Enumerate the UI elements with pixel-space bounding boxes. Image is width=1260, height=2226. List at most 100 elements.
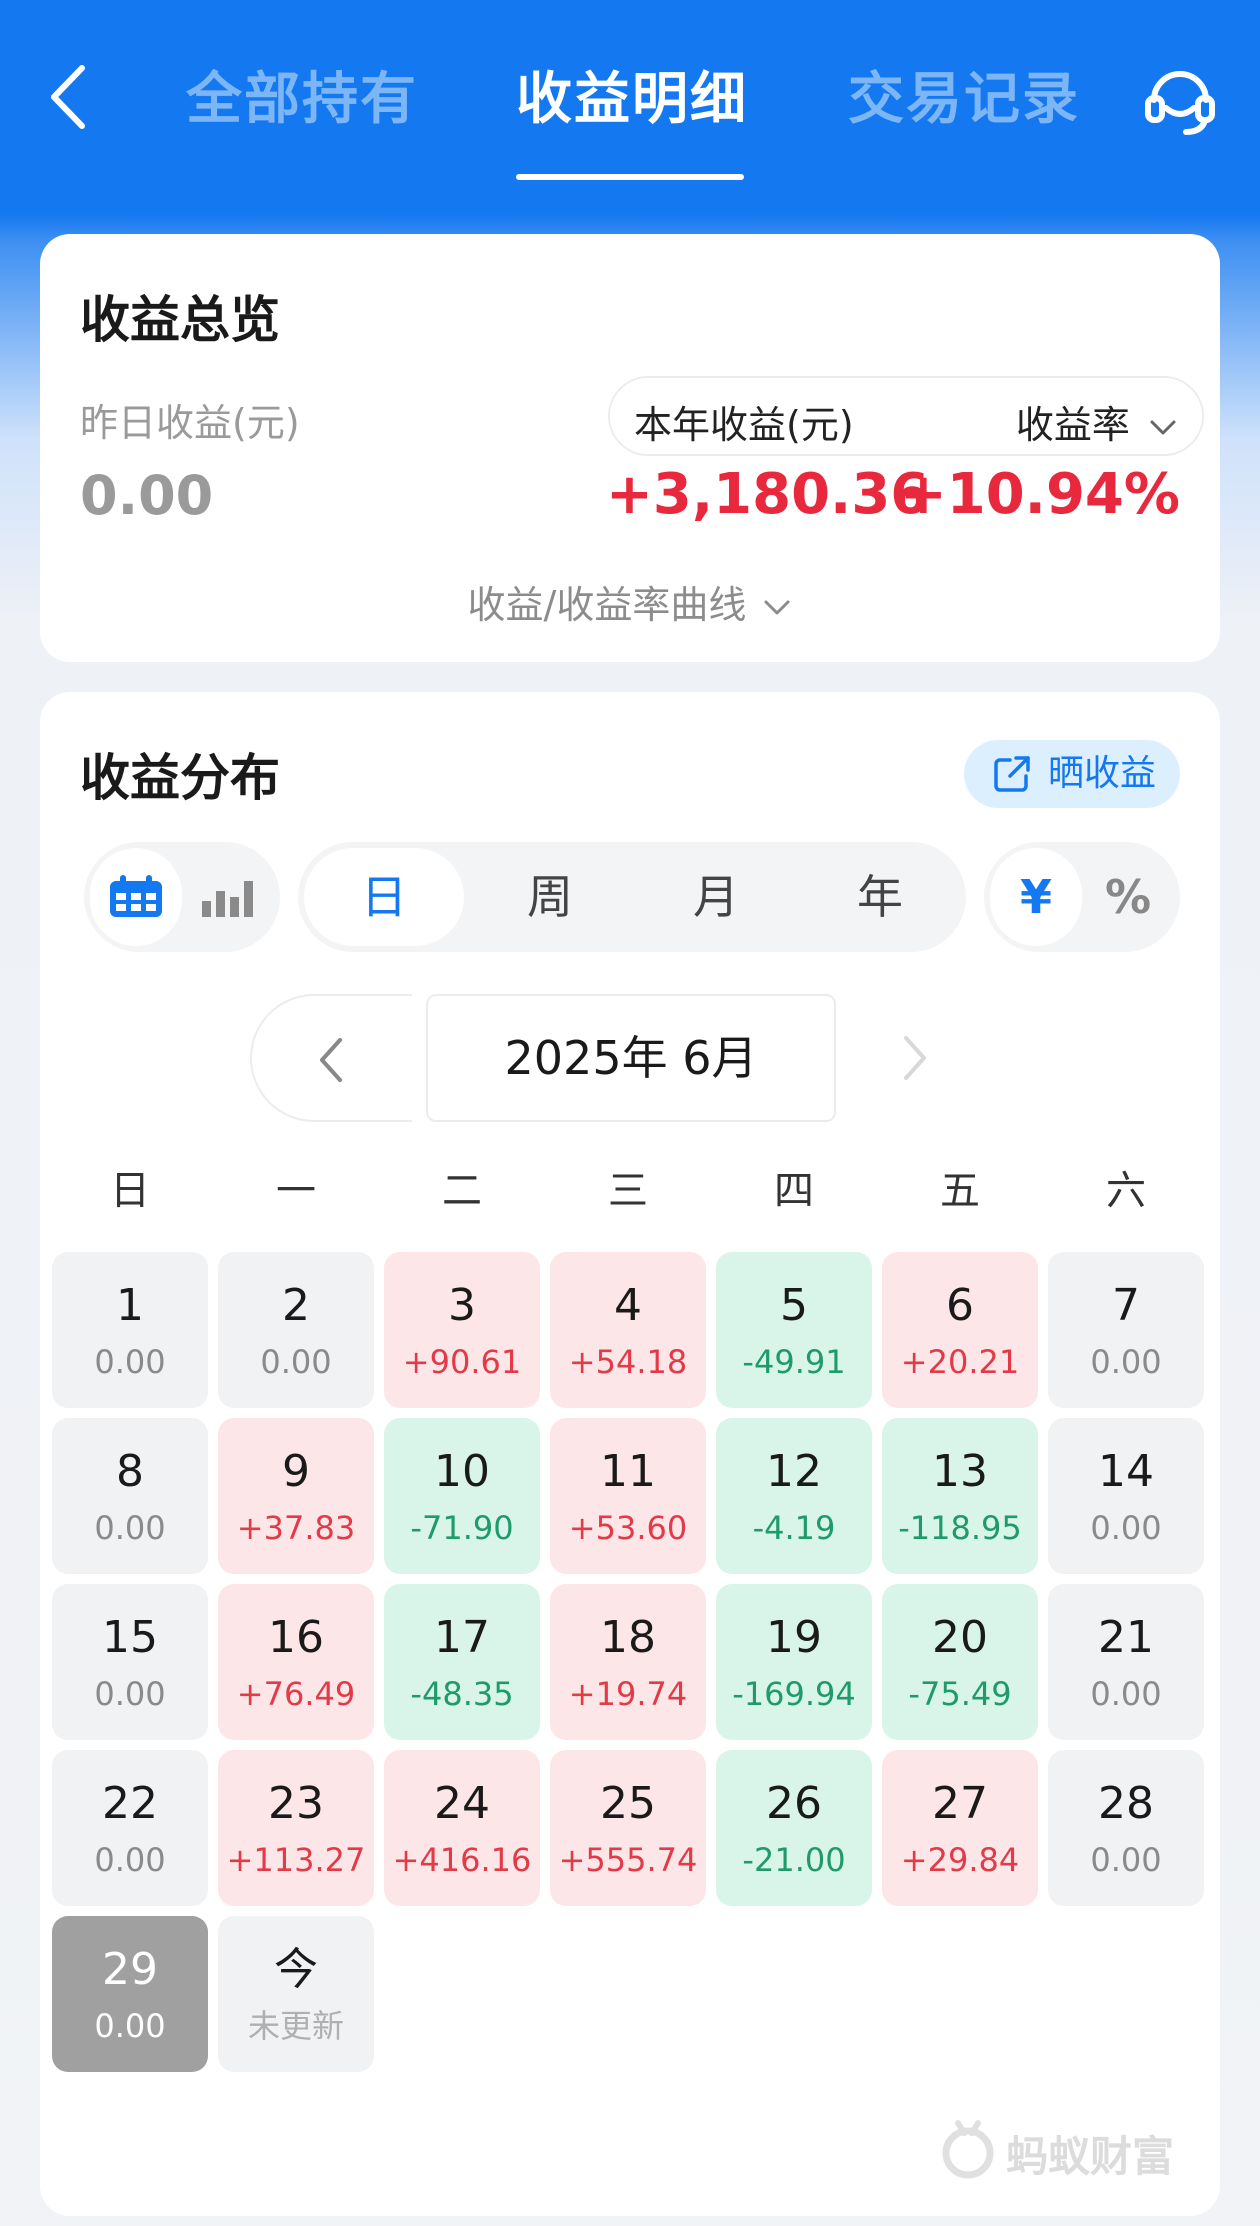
calendar-day-cell[interactable]: 18 +19.74 xyxy=(550,1584,706,1740)
day-earnings-value: +113.27 xyxy=(226,1841,366,1879)
day-earnings-value: 0.00 xyxy=(94,2007,166,2045)
calendar-day-cell[interactable]: 16 +76.49 xyxy=(218,1584,374,1740)
calendar-day-cell[interactable]: 15 0.00 xyxy=(52,1584,208,1740)
calendar-day-cell[interactable]: 25 +555.74 xyxy=(550,1750,706,1906)
calendar-day-cell[interactable]: 7 0.00 xyxy=(1048,1252,1204,1408)
calendar-day-cell[interactable]: 5 -49.91 xyxy=(716,1252,872,1408)
chevron-down-icon xyxy=(764,600,790,615)
period-option-week[interactable]: 周 xyxy=(470,848,630,946)
ant-logo-icon xyxy=(942,2120,994,2179)
calendar-day-cell[interactable]: 12 -4.19 xyxy=(716,1418,872,1574)
day-earnings-value: +37.83 xyxy=(236,1509,356,1547)
day-number: 2 xyxy=(282,1280,310,1331)
chevron-right-icon xyxy=(904,1036,926,1080)
day-number: 3 xyxy=(448,1280,476,1331)
unit-option-percent[interactable]: % xyxy=(1082,848,1174,946)
calendar-day-cell[interactable]: 21 0.00 xyxy=(1048,1584,1204,1740)
day-number: 20 xyxy=(932,1612,988,1663)
calendar-day-cell[interactable]: 13 -118.95 xyxy=(882,1418,1038,1574)
day-earnings-value: 0.00 xyxy=(1090,1841,1162,1879)
calendar-day-cell[interactable]: 14 0.00 xyxy=(1048,1418,1204,1574)
yesterday-earnings-value: 0.00 xyxy=(80,464,214,527)
calendar-day-cell[interactable]: 10 -71.90 xyxy=(384,1418,540,1574)
back-arrow-icon xyxy=(51,65,85,129)
calendar-day-cell[interactable]: 4 +54.18 xyxy=(550,1252,706,1408)
tab-earnings-detail[interactable]: 收益明细 xyxy=(516,60,748,140)
calendar-view-option[interactable] xyxy=(90,848,182,946)
day-number: 4 xyxy=(614,1280,642,1331)
brand-name: 蚂蚁财富 xyxy=(1006,2132,1175,2181)
back-button[interactable] xyxy=(44,62,94,132)
rate-dropdown[interactable]: 收益率 xyxy=(1016,394,1178,449)
period-option-year[interactable]: 年 xyxy=(800,848,960,946)
day-number: 18 xyxy=(600,1612,656,1663)
day-number: 27 xyxy=(932,1778,988,1829)
weekday-label: 四 xyxy=(774,1168,814,1214)
earnings-distribution-card: 收益分布 晒收益 日 周 月 年 ¥ % 2025年 6月 日 一 二 三 四 … xyxy=(40,692,1220,2216)
day-number: 15 xyxy=(102,1612,158,1663)
day-number: 8 xyxy=(116,1446,144,1497)
customer-service-button[interactable] xyxy=(1140,60,1220,140)
calendar-day-cell[interactable]: 9 +37.83 xyxy=(218,1418,374,1574)
day-earnings-value: 0.00 xyxy=(94,1509,166,1547)
calendar-day-cell[interactable]: 27 +29.84 xyxy=(882,1750,1038,1906)
unit-toggle: ¥ % xyxy=(984,842,1180,952)
day-earnings-value: +90.61 xyxy=(402,1343,522,1381)
calendar-day-cell[interactable]: 3 +90.61 xyxy=(384,1252,540,1408)
share-earnings-button[interactable]: 晒收益 xyxy=(964,740,1180,808)
day-number: 25 xyxy=(600,1778,656,1829)
calendar-day-cell[interactable]: 20 -75.49 xyxy=(882,1584,1038,1740)
day-earnings-value: -118.95 xyxy=(898,1509,1022,1547)
calendar-day-cell[interactable]: 29 0.00 xyxy=(52,1916,208,2072)
bar-chart-icon xyxy=(202,881,253,917)
day-number: 19 xyxy=(766,1612,822,1663)
calendar-day-cell[interactable]: 17 -48.35 xyxy=(384,1584,540,1740)
day-earnings-value: 0.00 xyxy=(94,1841,166,1879)
calendar-day-cell[interactable]: 今未更新 xyxy=(218,1916,374,2072)
period-option-day[interactable]: 日 xyxy=(304,848,464,946)
day-earnings-value: +20.21 xyxy=(900,1343,1020,1381)
earnings-rate-value: +10.94% xyxy=(899,462,1180,527)
earnings-curve-toggle[interactable]: 收益/收益率曲线 xyxy=(40,574,1220,629)
calendar-day-cell[interactable]: 28 0.00 xyxy=(1048,1750,1204,1906)
day-earnings-value: +54.18 xyxy=(568,1343,688,1381)
next-month-button[interactable] xyxy=(860,994,980,1122)
weekday-label: 六 xyxy=(1106,1168,1146,1214)
day-number: 22 xyxy=(102,1778,158,1829)
prev-month-button[interactable] xyxy=(250,994,412,1122)
day-number: 7 xyxy=(1112,1280,1140,1331)
tab-trade-records[interactable]: 交易记录 xyxy=(848,60,1080,140)
year-earnings-value: +3,180.36 xyxy=(606,462,930,527)
calendar-day-cell[interactable]: 26 -21.00 xyxy=(716,1750,872,1906)
calendar-day-cell[interactable]: 1 0.00 xyxy=(52,1252,208,1408)
calendar-day-cell[interactable]: 19 -169.94 xyxy=(716,1584,872,1740)
day-earnings-value: +416.16 xyxy=(392,1841,532,1879)
chart-view-option[interactable] xyxy=(182,848,274,946)
brand-watermark: 蚂蚁财富 xyxy=(940,2117,1200,2181)
day-earnings-value: 0.00 xyxy=(94,1343,166,1381)
calendar-day-cell[interactable]: 23 +113.27 xyxy=(218,1750,374,1906)
calendar-day-cell[interactable]: 2 0.00 xyxy=(218,1252,374,1408)
overview-title: 收益总览 xyxy=(80,291,280,349)
tab-all-holdings[interactable]: 全部持有 xyxy=(186,60,418,140)
unit-option-yuan[interactable]: ¥ xyxy=(990,848,1082,946)
calendar-day-cell[interactable]: 11 +53.60 xyxy=(550,1418,706,1574)
day-earnings-value: 0.00 xyxy=(1090,1675,1162,1713)
day-earnings-value: 未更新 xyxy=(247,2007,344,2045)
day-earnings-value: -21.00 xyxy=(742,1841,846,1879)
calendar-day-cell[interactable]: 24 +416.16 xyxy=(384,1750,540,1906)
calendar-day-cell[interactable]: 6 +20.21 xyxy=(882,1252,1038,1408)
period-option-month[interactable]: 月 xyxy=(636,848,796,946)
calendar-day-cell[interactable]: 8 0.00 xyxy=(52,1418,208,1574)
weekday-label: 二 xyxy=(442,1168,482,1214)
day-number: 1 xyxy=(116,1280,144,1331)
year-earnings-label: 本年收益(元) xyxy=(634,403,854,447)
day-number: 16 xyxy=(268,1612,324,1663)
calendar-icon xyxy=(110,875,162,917)
day-earnings-value: -48.35 xyxy=(410,1675,514,1713)
chevron-left-icon xyxy=(320,1038,342,1082)
calendar-day-cell[interactable]: 22 0.00 xyxy=(52,1750,208,1906)
day-earnings-value: -71.90 xyxy=(410,1509,514,1547)
day-number: 21 xyxy=(1098,1612,1154,1663)
weekday-label: 一 xyxy=(276,1168,316,1214)
